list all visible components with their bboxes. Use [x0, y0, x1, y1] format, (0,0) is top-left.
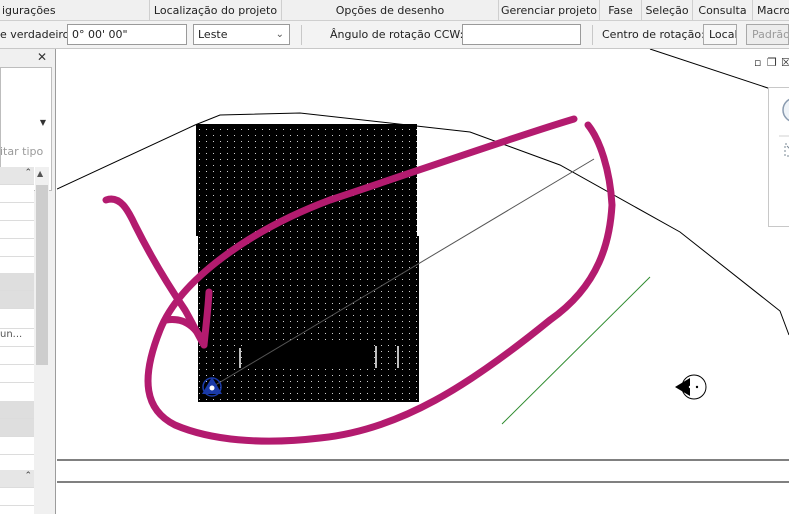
- property-row[interactable]: [0, 185, 34, 203]
- tab-localizacao-do-projeto[interactable]: Localização do projeto: [150, 0, 282, 21]
- property-row[interactable]: [0, 221, 34, 239]
- close-view-icon[interactable]: ☒: [781, 56, 789, 69]
- group-header-row[interactable]: ⌃: [0, 167, 34, 185]
- edit-type-button[interactable]: itar tipo: [0, 145, 43, 158]
- property-row[interactable]: [0, 291, 34, 309]
- navigation-bar: ▼: [768, 87, 789, 227]
- navigation-bar-tools: ▼: [779, 98, 789, 157]
- options-bar: e verdadeiro: 0° 00' 00" Leste ⌄ Ângulo …: [0, 21, 789, 49]
- collapse-icon[interactable]: ⌃: [24, 471, 32, 481]
- property-row[interactable]: [0, 273, 34, 291]
- divider: [592, 25, 593, 45]
- tab-fase[interactable]: Fase: [600, 0, 642, 21]
- rotation-center-label: Centro de rotação:: [602, 28, 705, 41]
- close-icon[interactable]: ✕: [37, 50, 47, 64]
- true-north-input[interactable]: 0° 00' 00": [67, 24, 187, 45]
- rotation-angle-label: Ângulo de rotação CCW:: [330, 28, 464, 41]
- property-row[interactable]: [0, 437, 34, 455]
- tab-macro[interactable]: Macro: [753, 0, 789, 21]
- drawing-canvas[interactable]: ▫ ❐ ☒ ▼: [57, 49, 789, 514]
- tab-consulta[interactable]: Consulta: [693, 0, 753, 21]
- dropdown-arrow-icon: ▼: [39, 118, 46, 127]
- property-row-label: un...: [0, 329, 23, 340]
- topography-contour: [57, 112, 789, 336]
- elevation-marker-icon[interactable]: [675, 374, 707, 400]
- rotation-angle-input[interactable]: [462, 24, 581, 45]
- minimize-view-icon[interactable]: ▫: [754, 56, 761, 69]
- chevron-down-icon: ⌄: [275, 29, 284, 40]
- property-row[interactable]: [0, 347, 34, 365]
- local-button[interactable]: Local: [703, 24, 737, 45]
- property-row[interactable]: [0, 311, 34, 329]
- building-notch: [243, 343, 373, 369]
- zoom-region-icon[interactable]: [784, 143, 789, 157]
- direction-select[interactable]: Leste ⌄: [193, 24, 290, 45]
- default-button[interactable]: Padrão: [746, 24, 789, 45]
- building-mass-lower: [198, 236, 419, 402]
- properties-panel: ✕ ▼ itar tipo ⌃ un... ⌃ ▲: [0, 49, 56, 514]
- properties-grid: ⌃ un... ⌃: [0, 167, 34, 514]
- tab-selecao[interactable]: Seleção: [642, 0, 693, 21]
- tab-configuracoes[interactable]: igurações: [0, 0, 150, 21]
- group-header-row[interactable]: ⌃: [0, 470, 34, 488]
- property-row[interactable]: [0, 203, 34, 221]
- property-row-truncated[interactable]: un...: [0, 329, 34, 347]
- property-row[interactable]: [0, 488, 34, 506]
- scroll-up-icon[interactable]: ▲: [37, 169, 43, 178]
- ribbon-tab-bar: igurações Localização do projeto Opções …: [0, 0, 789, 21]
- site-plan-drawing: [57, 49, 789, 483]
- property-row[interactable]: [0, 239, 34, 257]
- restore-view-icon[interactable]: ❐: [767, 56, 777, 69]
- true-north-label: e verdadeiro:: [0, 28, 74, 41]
- steering-wheel-icon[interactable]: [782, 98, 789, 122]
- direction-select-value: Leste: [198, 28, 228, 41]
- properties-scrollbar[interactable]: ▲: [35, 167, 49, 514]
- scrollbar-thumb[interactable]: [36, 185, 48, 365]
- property-row[interactable]: [0, 365, 34, 383]
- collapse-icon[interactable]: ⌃: [24, 168, 32, 178]
- property-row[interactable]: [0, 401, 34, 419]
- property-row[interactable]: [0, 419, 34, 437]
- tab-gerenciar-projeto[interactable]: Gerenciar projeto: [499, 0, 600, 21]
- tab-opcoes-de-desenho[interactable]: Opções de desenho: [282, 0, 499, 21]
- divider: [301, 25, 302, 45]
